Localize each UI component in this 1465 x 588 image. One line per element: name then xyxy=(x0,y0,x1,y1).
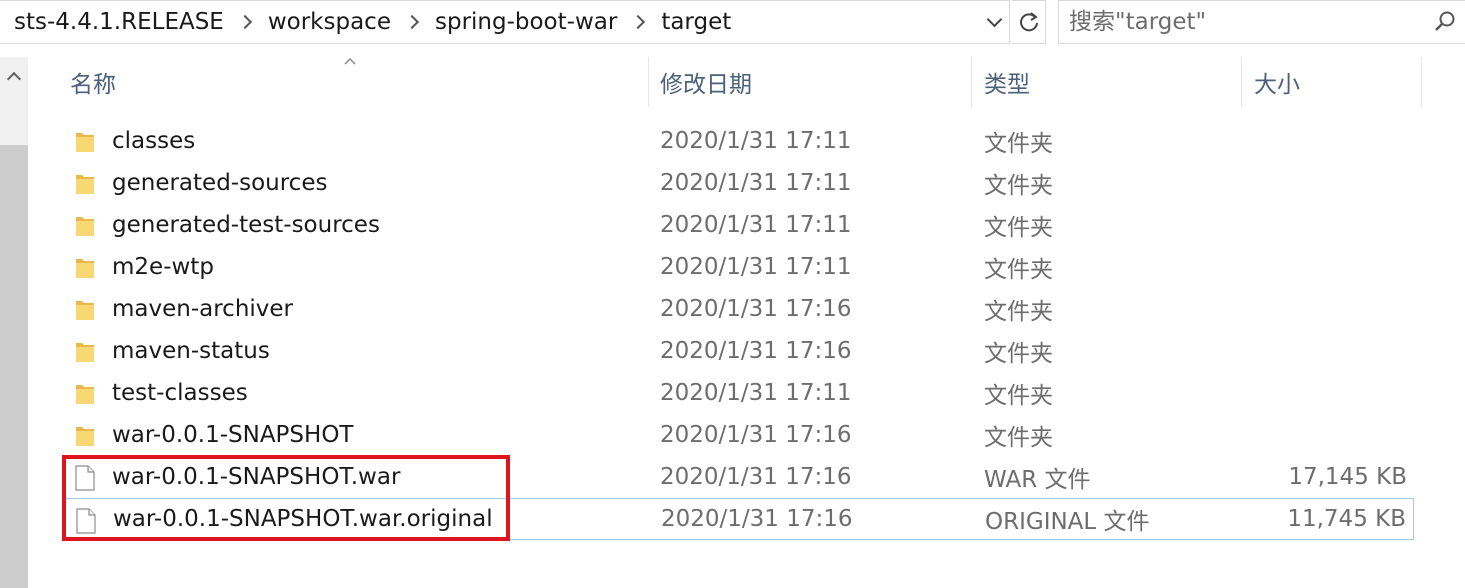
chevron-up-icon xyxy=(6,71,22,87)
chevron-right-icon[interactable] xyxy=(407,14,417,30)
folder-icon xyxy=(74,381,96,407)
folder-icon xyxy=(74,213,96,239)
file-type: 文件夹 xyxy=(984,383,1053,409)
file-date: 2020/1/31 17:11 xyxy=(660,254,852,280)
file-name: classes xyxy=(112,128,196,154)
file-name: maven-status xyxy=(112,338,270,364)
file-name: generated-test-sources xyxy=(112,212,380,238)
top-bar: sts-4.4.1.RELEASE workspace spring-boot-… xyxy=(0,0,1465,46)
folder-icon xyxy=(74,255,96,281)
file-name: war-0.0.1-SNAPSHOT xyxy=(112,422,354,448)
file-row[interactable]: maven-status 2020/1/31 17:16 文件夹 xyxy=(62,330,1414,372)
file-name: generated-sources xyxy=(112,170,328,196)
folder-icon xyxy=(74,297,96,323)
chevron-right-icon[interactable] xyxy=(240,14,250,30)
vertical-scrollbar[interactable] xyxy=(0,57,28,588)
file-date: 2020/1/31 17:16 xyxy=(660,422,852,448)
file-name: maven-archiver xyxy=(112,296,294,322)
search-box[interactable] xyxy=(1058,0,1465,44)
file-type: 文件夹 xyxy=(984,173,1053,199)
file-date: 2020/1/31 17:11 xyxy=(660,380,852,406)
folder-icon xyxy=(74,171,96,197)
column-divider[interactable] xyxy=(648,57,649,107)
breadcrumb-item[interactable]: sts-4.4.1.RELEASE xyxy=(12,9,226,35)
column-divider[interactable] xyxy=(1421,57,1422,107)
file-row[interactable]: maven-archiver 2020/1/31 17:16 文件夹 xyxy=(62,288,1414,330)
breadcrumb-item[interactable]: spring-boot-war xyxy=(433,9,619,35)
column-header: 名称 修改日期 类型 大小 xyxy=(30,57,1465,107)
column-header-name[interactable]: 名称 xyxy=(70,57,116,107)
search-icon[interactable] xyxy=(1425,1,1465,43)
file-type: 文件夹 xyxy=(984,257,1053,283)
file-type: ORIGINAL 文件 xyxy=(985,509,1150,535)
folder-icon xyxy=(74,129,96,155)
file-date: 2020/1/31 17:16 xyxy=(660,464,852,490)
file-date: 2020/1/31 17:16 xyxy=(661,506,853,532)
file-row[interactable]: m2e-wtp 2020/1/31 17:11 文件夹 xyxy=(62,246,1414,288)
folder-icon xyxy=(74,339,96,365)
file-date: 2020/1/31 17:16 xyxy=(660,296,852,322)
column-divider[interactable] xyxy=(1241,57,1242,107)
file-row[interactable]: war-0.0.1-SNAPSHOT 2020/1/31 17:16 文件夹 xyxy=(62,414,1414,456)
file-name: m2e-wtp xyxy=(112,254,214,280)
address-dropdown-button[interactable] xyxy=(979,1,1009,43)
file-type: 文件夹 xyxy=(984,215,1053,241)
file-date: 2020/1/31 17:11 xyxy=(660,128,852,154)
chevron-down-icon xyxy=(986,11,1002,27)
column-header-size[interactable]: 大小 xyxy=(1254,57,1300,107)
file-date: 2020/1/31 17:11 xyxy=(660,212,852,238)
breadcrumb-item[interactable]: workspace xyxy=(266,9,393,35)
breadcrumb: sts-4.4.1.RELEASE workspace spring-boot-… xyxy=(0,1,979,43)
file-date: 2020/1/31 17:16 xyxy=(660,338,852,364)
search-input[interactable] xyxy=(1059,9,1425,35)
refresh-button[interactable] xyxy=(1012,0,1046,44)
file-row[interactable]: generated-test-sources 2020/1/31 17:11 文件夹 xyxy=(62,204,1414,246)
file-type: 文件夹 xyxy=(984,341,1053,367)
file-type: WAR 文件 xyxy=(984,467,1091,493)
file-type: 文件夹 xyxy=(984,299,1053,325)
file-type: 文件夹 xyxy=(984,131,1053,157)
file-type: 文件夹 xyxy=(984,425,1053,451)
file-size: 11,745 KB xyxy=(1287,506,1406,532)
column-header-type[interactable]: 类型 xyxy=(984,57,1030,107)
column-header-date[interactable]: 修改日期 xyxy=(660,57,752,107)
folder-icon xyxy=(74,423,96,449)
breadcrumb-item[interactable]: target xyxy=(659,9,733,35)
file-size: 17,145 KB xyxy=(1288,464,1407,490)
file-name: test-classes xyxy=(112,380,248,406)
file-date: 2020/1/31 17:11 xyxy=(660,170,852,196)
sort-ascending-icon xyxy=(344,57,356,65)
file-row[interactable]: generated-sources 2020/1/31 17:11 文件夹 xyxy=(62,162,1414,204)
file-row[interactable]: test-classes 2020/1/31 17:11 文件夹 xyxy=(62,372,1414,414)
scroll-up-button[interactable] xyxy=(0,57,28,95)
address-bar[interactable]: sts-4.4.1.RELEASE workspace spring-boot-… xyxy=(0,0,1010,44)
file-row[interactable]: classes 2020/1/31 17:11 文件夹 xyxy=(62,120,1414,162)
refresh-icon xyxy=(1019,12,1038,32)
chevron-right-icon[interactable] xyxy=(633,14,643,30)
annotation-highlight-box xyxy=(62,455,510,541)
scroll-thumb[interactable] xyxy=(0,145,28,588)
column-divider[interactable] xyxy=(971,57,972,107)
